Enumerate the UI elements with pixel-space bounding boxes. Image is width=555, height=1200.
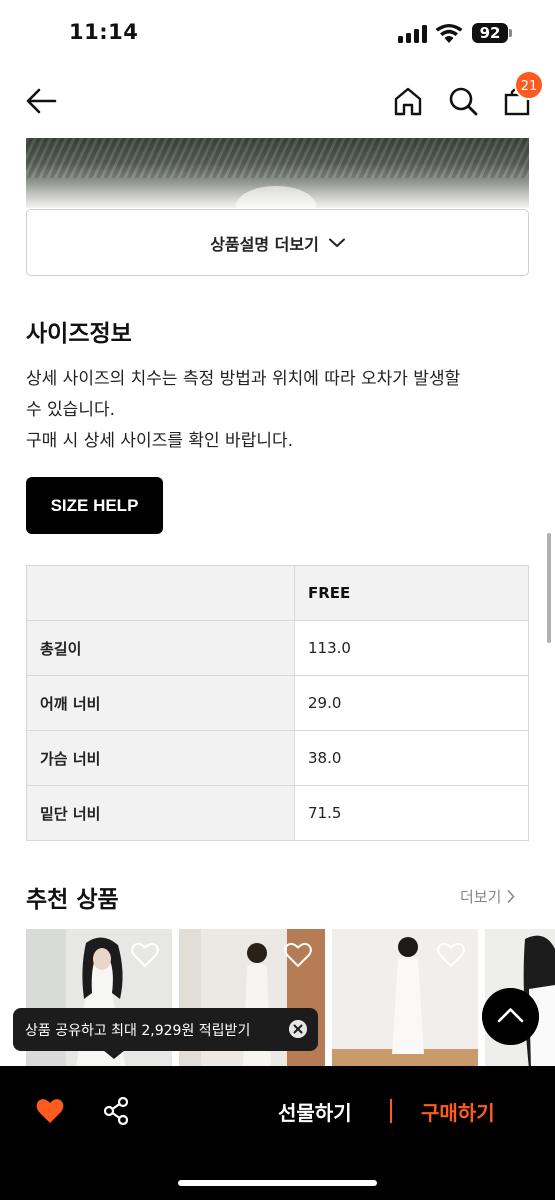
size-info-title: 사이즈정보: [26, 321, 132, 347]
size-info-description: 상세 사이즈의 치수는 측정 방법과 위치에 따라 오차가 발생할 수 있습니다…: [26, 364, 531, 457]
table-row: 총길이 113.0: [26, 620, 529, 676]
size-help-button[interactable]: SIZE HELP: [26, 477, 163, 534]
more-description-button[interactable]: 상품설명 더보기: [26, 209, 529, 276]
more-description-label: 상품설명 더보기: [210, 234, 319, 254]
status-time: 11:14: [69, 20, 139, 44]
size-row-label: 밑단 너비: [26, 785, 295, 841]
share-reward-tooltip: 상품 공유하고 최대 2,929원 적립받기: [13, 1008, 318, 1051]
back-arrow-icon[interactable]: [24, 84, 58, 118]
size-info-description-line: 수 있습니다.: [26, 400, 116, 420]
home-indicator: [178, 1180, 377, 1186]
table-row: 밑단 너비 71.5: [26, 785, 529, 841]
recommended-more-label: 더보기: [460, 888, 502, 906]
size-info-description-line: 상세 사이즈의 치수는 측정 방법과 위치에 따라 오차가 발생할: [26, 369, 461, 389]
size-row-value: 38.0: [294, 730, 529, 786]
heart-filled-icon[interactable]: [35, 1097, 65, 1125]
size-row-value: 71.5: [294, 785, 529, 841]
size-row-value: 113.0: [294, 620, 529, 676]
heart-outline-icon[interactable]: [283, 941, 313, 969]
size-info-description-line: 구매 시 상세 사이즈를 확인 바랍니다.: [26, 431, 294, 451]
chevron-right-icon: [508, 890, 515, 903]
heart-outline-icon[interactable]: [436, 941, 466, 969]
size-table-header-row: FREE: [26, 565, 529, 621]
table-row: 어깨 너비 29.0: [26, 675, 529, 731]
battery-icon: 92: [472, 23, 508, 43]
recommended-title: 추천 상품: [26, 887, 119, 913]
size-table-corner: [26, 565, 295, 621]
size-row-label: 총길이: [26, 620, 295, 676]
search-icon[interactable]: [446, 84, 480, 118]
heart-outline-icon[interactable]: [130, 941, 160, 969]
recommended-more-link[interactable]: 더보기: [460, 886, 515, 907]
top-nav-bar: [0, 66, 555, 138]
size-row-value: 29.0: [294, 675, 529, 731]
product-image: [26, 138, 529, 208]
gift-button[interactable]: 선물하기: [278, 1097, 352, 1126]
table-row: 가슴 너비 38.0: [26, 730, 529, 786]
size-table: FREE 총길이 113.0 어깨 너비 29.0 가슴 너비 38.0 밑단 …: [26, 565, 529, 841]
cart-count-badge: 21: [514, 70, 544, 100]
bottom-bar-divider: [390, 1099, 392, 1123]
status-bar: 11:14 92: [0, 0, 555, 66]
home-icon[interactable]: [391, 84, 425, 118]
size-row-label: 어깨 너비: [26, 675, 295, 731]
wifi-icon: [435, 24, 463, 43]
chevron-down-icon: [328, 238, 345, 247]
tooltip-tail: [103, 1050, 125, 1059]
scrollbar[interactable]: [547, 533, 551, 643]
buy-button[interactable]: 구매하기: [421, 1097, 495, 1126]
battery-nub: [509, 29, 512, 37]
share-reward-text: 상품 공유하고 최대 2,929원 적립받기: [25, 1022, 251, 1039]
size-table-column-header: FREE: [294, 565, 529, 621]
close-icon[interactable]: [289, 1020, 307, 1038]
product-card[interactable]: [332, 929, 478, 1069]
share-icon[interactable]: [102, 1096, 130, 1126]
size-row-label: 가슴 너비: [26, 730, 295, 786]
scroll-to-top-button[interactable]: [482, 988, 539, 1045]
cellular-signal-icon: [398, 25, 428, 43]
